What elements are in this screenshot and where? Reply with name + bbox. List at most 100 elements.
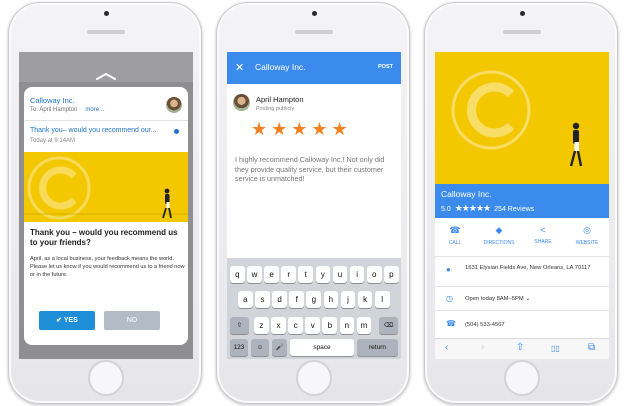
space-key[interactable]: space [290,339,354,356]
browser-toolbar: ‹ › ⇧ ▯▯ ⧉ [435,338,609,359]
email-headline: Thank you – would you recommend us to yo… [30,228,178,247]
key-n[interactable]: n [339,317,355,334]
home-button[interactable] [296,360,332,396]
keyboard: qwertyuiop asdfghjkl zxcvbnm ⇧ ⌫ 123 ☺ 🎤… [227,258,401,359]
key-d[interactable]: d [272,291,287,308]
key-q[interactable]: q [230,266,245,283]
review-text[interactable]: I highly recommend Calloway Inc.! Not on… [235,155,395,184]
key-f[interactable]: f [289,291,305,308]
phone-2: ✕ Calloway Inc. POST April Hampton Posti… [216,2,410,404]
back-icon[interactable]: ‹ [445,342,448,353]
key-b[interactable]: b [322,317,338,334]
key-u[interactable]: u [332,266,348,283]
key-h[interactable]: h [323,291,339,308]
website-button[interactable]: ◎ WEBSITE [567,225,607,246]
recipient-line: To: April Hampton more... [30,107,104,113]
email-body: April, as a local business, your feedbac… [30,256,185,278]
more-link[interactable]: more... [85,107,104,113]
share-button[interactable]: < SHARE [523,225,563,245]
directions-label: DIRECTIONS [483,240,515,246]
key-v[interactable]: v [305,317,321,334]
key-z[interactable]: z [254,317,269,334]
key-a[interactable]: a [238,291,253,308]
walking-person [569,122,583,167]
sender-name: Calloway Inc. [30,96,75,105]
yes-button[interactable]: ✔ YES [39,311,95,330]
key-e[interactable]: e [264,266,279,283]
mic-key[interactable]: 🎤 [272,339,287,356]
rating-value: 5.0 [441,206,451,213]
phone-icon: ☎ [449,225,461,235]
key-i[interactable]: i [349,266,365,283]
hours-text: Open today 8AM–5PM ⌄ [465,295,530,303]
directions-button[interactable]: ◆ DIRECTIONS [479,225,519,246]
post-button[interactable]: POST [378,64,393,70]
location-pin-icon: ● [446,265,451,274]
action-row: ☎ CALL ◆ DIRECTIONS < SHARE ◎ WEBSITE [435,218,609,256]
nav-bar: ✕ Calloway Inc. POST [227,52,401,84]
hours-row[interactable]: ◷ Open today 8AM–5PM ⌄ [435,286,609,310]
recipient: To: April Hampton [30,107,78,113]
screen-review: ✕ Calloway Inc. POST April Hampton Posti… [227,52,401,359]
globe-icon: ◎ [583,225,591,235]
logo-circle-icon [451,70,583,167]
rating-line: 5.0 ★★★★★ 254 Reviews [441,203,534,214]
key-p[interactable]: p [383,266,399,283]
logo-circle-icon [24,156,188,220]
delete-key[interactable]: ⌫ [379,317,398,334]
key-t[interactable]: t [298,266,314,283]
share-label: SHARE [534,239,552,245]
clock-icon: ◷ [446,294,453,303]
tabs-icon[interactable]: ⧉ [588,342,595,353]
email-card: Calloway Inc. To: April Hampton more... T… [24,87,188,345]
shift-key[interactable]: ⇧ [230,317,249,334]
screen-email: Calloway Inc. To: April Hampton more... T… [19,52,193,359]
key-o[interactable]: o [366,266,382,283]
hero-image [24,152,188,222]
star-rating[interactable]: ★★★★★ [251,119,352,140]
no-button[interactable]: NO [104,311,160,330]
chevron-up-icon[interactable] [95,72,117,80]
speaker [503,30,541,34]
key-s[interactable]: s [255,291,270,308]
business-photo [435,52,609,184]
share-icon[interactable]: ⇧ [516,342,524,353]
reviews-link[interactable]: 254 Reviews [494,206,534,213]
phone-1: Calloway Inc. To: April Hampton more... T… [8,2,202,404]
business-name: Calloway Inc. [441,189,492,199]
bookmarks-icon[interactable]: ▯▯ [551,344,560,353]
close-icon[interactable]: ✕ [235,61,244,74]
speaker [87,30,125,34]
camera [312,11,317,16]
key-l[interactable]: l [374,291,390,308]
key-x[interactable]: x [271,317,286,334]
key-m[interactable]: m [356,317,372,334]
return-key[interactable]: return [357,339,398,356]
star-icons: ★★★★★ [454,203,491,213]
call-button[interactable]: ☎ CALL [435,225,475,246]
email-subject[interactable]: Thank you– would you recommend our... [30,127,156,134]
key-c[interactable]: c [288,317,303,334]
home-button[interactable] [504,360,540,396]
stage: Calloway Inc. To: April Hampton more... T… [0,0,627,406]
user-name: April Hampton [256,95,304,104]
numbers-key[interactable]: 123 [230,339,248,356]
key-r[interactable]: r [281,266,297,283]
key-k[interactable]: k [357,291,373,308]
key-g[interactable]: g [306,291,322,308]
key-y[interactable]: y [315,266,331,283]
call-label: CALL [448,240,462,246]
avatar [166,97,182,113]
forward-icon[interactable]: › [481,342,484,353]
emoji-key[interactable]: ☺ [251,339,269,356]
phone-row[interactable]: ☎ (504) 533-4567 [435,310,609,338]
directions-icon: ◆ [495,225,503,235]
page-title: Calloway Inc. [255,62,306,72]
key-w[interactable]: w [247,266,262,283]
phone-icon: ☎ [446,319,456,328]
address-row[interactable]: ● 1631 Elysian Fields Ave, New Orleans, … [435,256,609,286]
key-j[interactable]: j [340,291,356,308]
home-button[interactable] [88,360,124,396]
camera [104,11,109,16]
posting-publicly-label: Posting publicly [256,106,295,112]
